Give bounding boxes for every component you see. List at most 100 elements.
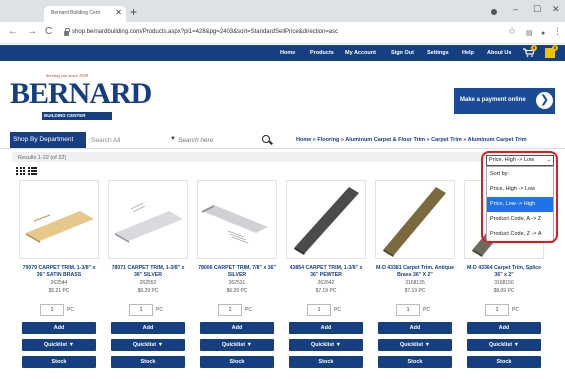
search-scope-select[interactable]: Search All [91, 137, 120, 144]
product-price: $7.19 PC [315, 288, 337, 294]
quicklist-button[interactable]: Quicklist ▼ [111, 339, 185, 351]
nav-products[interactable]: Products [310, 50, 334, 56]
quantity-input[interactable] [218, 304, 242, 316]
profile-icon[interactable] [491, 9, 497, 15]
extension-icon[interactable]: ▤ [526, 29, 533, 38]
close-window-button[interactable]: ✕ [552, 5, 560, 14]
quantity-unit: PC [512, 307, 519, 313]
nav-help[interactable]: Help [462, 50, 474, 56]
quantity-unit: PC [423, 307, 430, 313]
product-card: 78006 CARPET TRIM, 7/8" x 36" SILVER 262… [197, 180, 281, 379]
nav-sign-out[interactable]: Sign Out [391, 50, 414, 56]
product-image[interactable] [197, 180, 277, 259]
back-icon[interactable]: ← [8, 27, 18, 37]
list-view-icon[interactable] [28, 167, 37, 175]
product-name[interactable]: 43854 CARPET TRIM, 1-3/8" x 36" PEWTER [286, 265, 366, 279]
quicklist-button[interactable]: Quicklist ▼ [22, 339, 96, 351]
browser-tab-bar: Bernard Building Cent ✕ + – ☐ ✕ [0, 0, 565, 22]
quantity-input[interactable] [396, 304, 420, 316]
product-image[interactable] [286, 180, 366, 259]
stock-button[interactable]: Stock [467, 356, 541, 368]
nav-about-us[interactable]: About Us [487, 50, 511, 56]
sort-option-price-low-high[interactable]: Price, Low -> High [487, 197, 553, 212]
product-photo [115, 202, 183, 243]
stock-button[interactable]: Stock [22, 356, 96, 368]
product-name[interactable]: 78071 CARPET TRIM, 1-3/8" x 36" SILVER [108, 265, 188, 279]
add-button[interactable]: Add [378, 322, 452, 334]
minimize-button[interactable]: – [513, 5, 518, 14]
quantity-input[interactable] [485, 304, 509, 316]
add-button[interactable]: Add [467, 322, 541, 334]
logo-subtitle: BUILDING CENTER [44, 113, 86, 118]
product-name[interactable]: 79079 CARPET TRIM, 1-3/8" x 36" SATIN BR… [19, 265, 99, 279]
quantity-input[interactable] [40, 304, 64, 316]
quantity-input[interactable] [129, 304, 153, 316]
product-price: $7.19 PC [404, 288, 426, 294]
nav-my-account[interactable]: My Account [345, 50, 376, 56]
url-field[interactable]: shop.bernardbuilding.com/Products.aspx?p… [72, 29, 338, 35]
product-name[interactable]: M-D 43364 Carpet Trim, Splice 36" x 2" [464, 265, 544, 279]
quicklist-button[interactable]: Quicklist ▼ [378, 339, 452, 351]
search-input[interactable] [178, 133, 258, 147]
caret-down-icon[interactable]: ▼ [170, 136, 176, 142]
reload-icon[interactable]: C [45, 27, 52, 37]
breadcrumb[interactable]: Home » Flooring » Aluminum Carpet & Floo… [296, 137, 527, 143]
quicklist-button[interactable]: Quicklist ▼ [289, 339, 363, 351]
sort-selected-value: Price, High -> Low [489, 157, 535, 163]
stock-button[interactable]: Stock [111, 356, 185, 368]
chevron-down-icon: ⌄ [546, 157, 551, 163]
nav-home[interactable]: Home [280, 50, 295, 56]
product-card: 79079 CARPET TRIM, 1-3/8" x 36" SATIN BR… [19, 180, 103, 379]
shop-by-department-button[interactable]: Shop By Department [10, 132, 86, 148]
grid-view-icon[interactable] [16, 167, 25, 175]
new-tab-button[interactable]: + [130, 6, 137, 18]
tab-title: Bernard Building Cent [51, 10, 100, 16]
sort-options-list: Sort by: Price, High -> Low Price, Low -… [486, 166, 554, 243]
stock-button[interactable]: Stock [200, 356, 274, 368]
product-card: M-D 43381 Carpet Trim, Antique Brass 36"… [375, 180, 459, 379]
maximize-button[interactable]: ☐ [533, 5, 541, 14]
product-name[interactable]: M-D 43381 Carpet Trim, Antique Brass 36"… [375, 265, 455, 279]
product-image[interactable] [375, 180, 455, 259]
forward-icon[interactable]: → [27, 27, 37, 37]
lock-icon [64, 28, 70, 36]
profile-avatar-icon[interactable]: ● [541, 29, 545, 38]
quantity-unit: PC [67, 307, 74, 313]
add-button[interactable]: Add [111, 322, 185, 334]
tab-close-icon[interactable]: ✕ [115, 8, 122, 17]
add-button[interactable]: Add [22, 322, 96, 334]
product-photo [26, 211, 94, 243]
cart-count-badge: 0 [531, 45, 537, 51]
make-payment-label: Make a payment online [460, 97, 526, 103]
product-card: 78071 CARPET TRIM, 1-3/8" x 36" SILVER 2… [108, 180, 192, 379]
sort-option-code-z-a[interactable]: Product Code, Z -> A [487, 227, 553, 242]
quicklist-button[interactable]: Quicklist ▼ [467, 339, 541, 351]
add-button[interactable]: Add [200, 322, 274, 334]
sort-option-code-a-z[interactable]: Product Code, A -> Z [487, 212, 553, 227]
address-bar: ← → C shop.bernardbuilding.com/Products.… [0, 22, 565, 44]
add-button[interactable]: Add [289, 322, 363, 334]
search-icon[interactable] [262, 135, 270, 143]
menu-icon[interactable]: ⋮ [553, 27, 562, 36]
sort-select[interactable]: Price, High -> Low ⌄ [486, 155, 554, 166]
quicklist-button[interactable]: Quicklist ▼ [200, 339, 274, 351]
stock-button[interactable]: Stock [289, 356, 363, 368]
bernard-logo[interactable]: Serving you since 1938 BERNARD BUILDING … [10, 71, 152, 129]
make-payment-button[interactable]: Make a payment online ❯ [454, 88, 555, 114]
nav-settings[interactable]: Settings [427, 50, 449, 56]
stock-button[interactable]: Stock [378, 356, 452, 368]
sort-option-price-high-low[interactable]: Price, High -> Low [487, 182, 553, 197]
quantity-unit: PC [334, 307, 341, 313]
product-price: $6.29 PC [137, 288, 159, 294]
results-count: Results 1-22 (of 22) [18, 155, 67, 161]
product-image[interactable] [19, 180, 99, 259]
product-grid: 79079 CARPET TRIM, 1-3/8" x 36" SATIN BR… [19, 180, 549, 379]
star-icon[interactable]: ☆ [508, 27, 516, 36]
browser-tab[interactable]: Bernard Building Cent ✕ [44, 6, 126, 22]
arrow-right-icon: ❯ [536, 92, 553, 109]
product-price: $6.29 PC [226, 288, 248, 294]
quantity-input[interactable] [307, 304, 331, 316]
product-name[interactable]: 78006 CARPET TRIM, 7/8" x 36" SILVER [197, 265, 277, 279]
product-image[interactable] [108, 180, 188, 259]
results-strip [12, 152, 558, 162]
